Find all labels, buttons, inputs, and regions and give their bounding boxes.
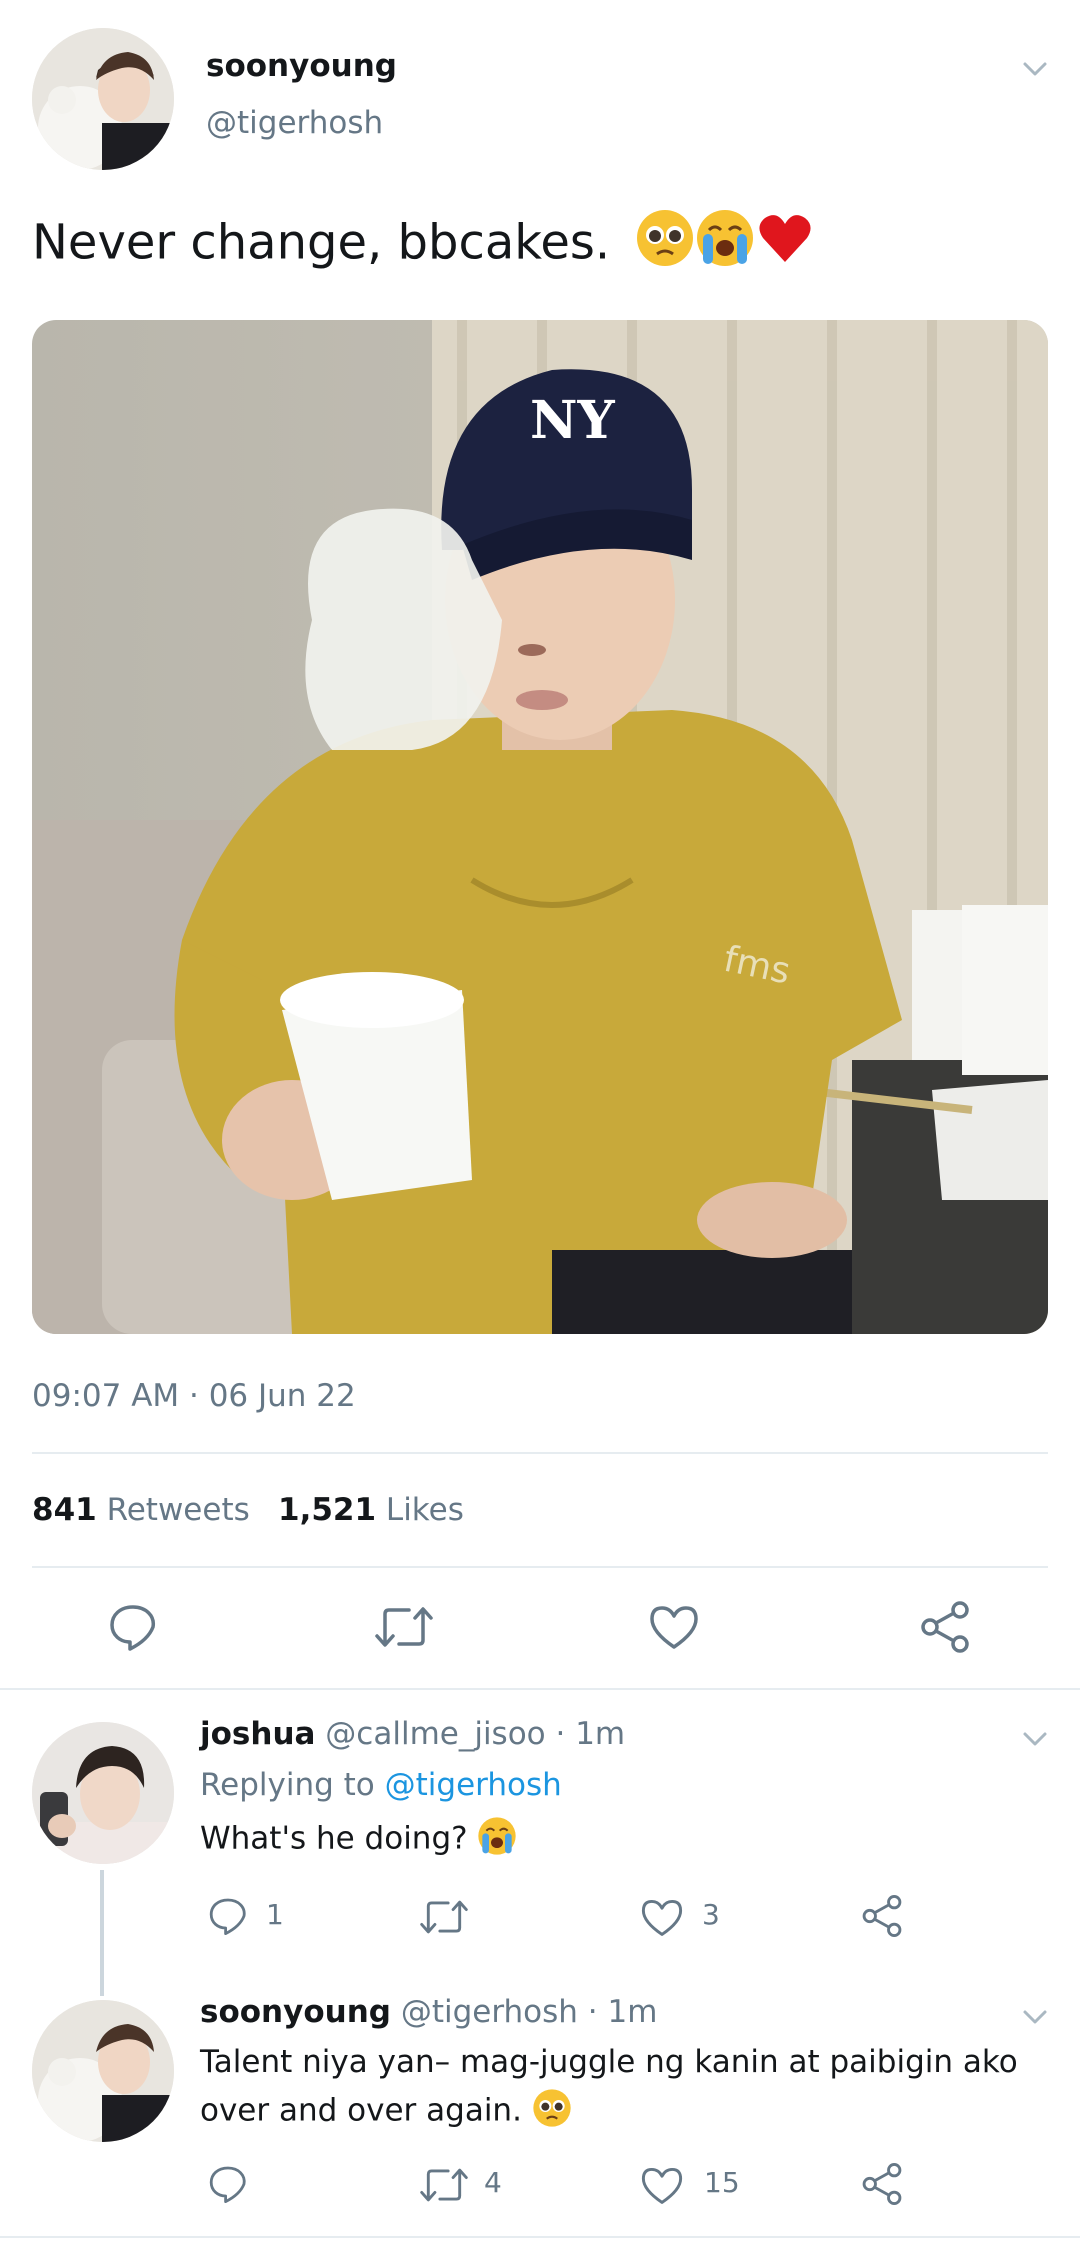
reply-icon[interactable] [208,2164,248,2204]
reply-header: joshua @callme_jisoo · 1m [200,1716,625,1752]
likes-label: Likes [385,1492,464,1528]
replying-prefix: Replying to [200,1767,375,1803]
divider [32,1566,1048,1568]
loudly-crying-face-emoji [477,1816,517,1864]
retweets-count: 841 [32,1492,97,1528]
avatar[interactable] [32,1722,174,1864]
reply-header: soonyoung @tigerhosh · 1m [200,1994,657,2030]
retweet-icon[interactable] [418,1898,470,1936]
tweet-timestamp[interactable]: 09:07 AM · 06 Jun 22 [32,1378,356,1414]
like-heart-icon[interactable] [648,1604,700,1650]
chevron-down-icon[interactable] [1020,1724,1050,1758]
tweet-text: Never change, bbcakes. [32,208,815,283]
likes-count: 1,521 [278,1492,377,1528]
reply-count: 1 [266,1898,284,1931]
retweet-icon[interactable] [373,1604,435,1650]
display-name[interactable]: soonyoung [200,1994,391,2030]
pleading-face-emoji [532,2088,572,2136]
avatar[interactable] [32,28,174,170]
thread-line [100,1870,104,1996]
red-heart-emoji [755,208,815,283]
pleading-face-emoji [635,208,695,283]
reply-icon[interactable] [108,1602,158,1652]
handle[interactable]: @tigerhosh [206,105,383,141]
display-name[interactable]: soonyoung [206,48,397,84]
reply-text-content: What's he doing? [200,1820,468,1857]
tweet-text-content: Never change, bbcakes. [32,214,611,271]
handle-time[interactable]: @callme_jisoo · 1m [325,1716,625,1752]
chevron-down-icon[interactable] [1020,2002,1050,2036]
share-icon[interactable] [860,2162,904,2206]
reply-icon[interactable] [208,1896,248,1936]
divider [0,1688,1080,1690]
divider [0,2236,1080,2238]
display-name[interactable]: joshua [200,1716,315,1752]
retweets-label: Retweets [106,1492,250,1528]
share-icon[interactable] [860,1894,904,1938]
like-count: 3 [702,1898,720,1931]
replying-to-handle[interactable]: @tigerhosh [385,1767,562,1803]
reply-text-content: over and over again. [200,2092,522,2129]
chevron-down-icon[interactable] [1020,54,1050,88]
reply-text-line-1: Talent niya yan– mag-juggle ng kanin at … [200,2044,1018,2080]
handle-time[interactable]: @tigerhosh · 1m [401,1994,658,2030]
cap-logo-text: NY [530,390,616,451]
share-icon[interactable] [918,1600,972,1654]
reply-text: What's he doing? [200,1816,517,1864]
avatar[interactable] [32,2000,174,2142]
like-heart-icon[interactable] [640,1898,684,1937]
reply-text-line-2: over and over again. [200,2088,572,2136]
tweet-media-image[interactable]: fms NY [32,320,1048,1334]
like-count: 15 [704,2166,740,2199]
retweet-icon[interactable] [418,2166,470,2204]
divider [32,1452,1048,1454]
retweets-stat[interactable]: 841 Retweets [32,1492,250,1528]
like-heart-icon[interactable] [640,2166,684,2205]
replying-to: Replying to @tigerhosh [200,1767,562,1803]
retweet-count: 4 [484,2166,502,2199]
loudly-crying-face-emoji [695,208,755,283]
likes-stat[interactable]: 1,521 Likes [278,1492,464,1528]
